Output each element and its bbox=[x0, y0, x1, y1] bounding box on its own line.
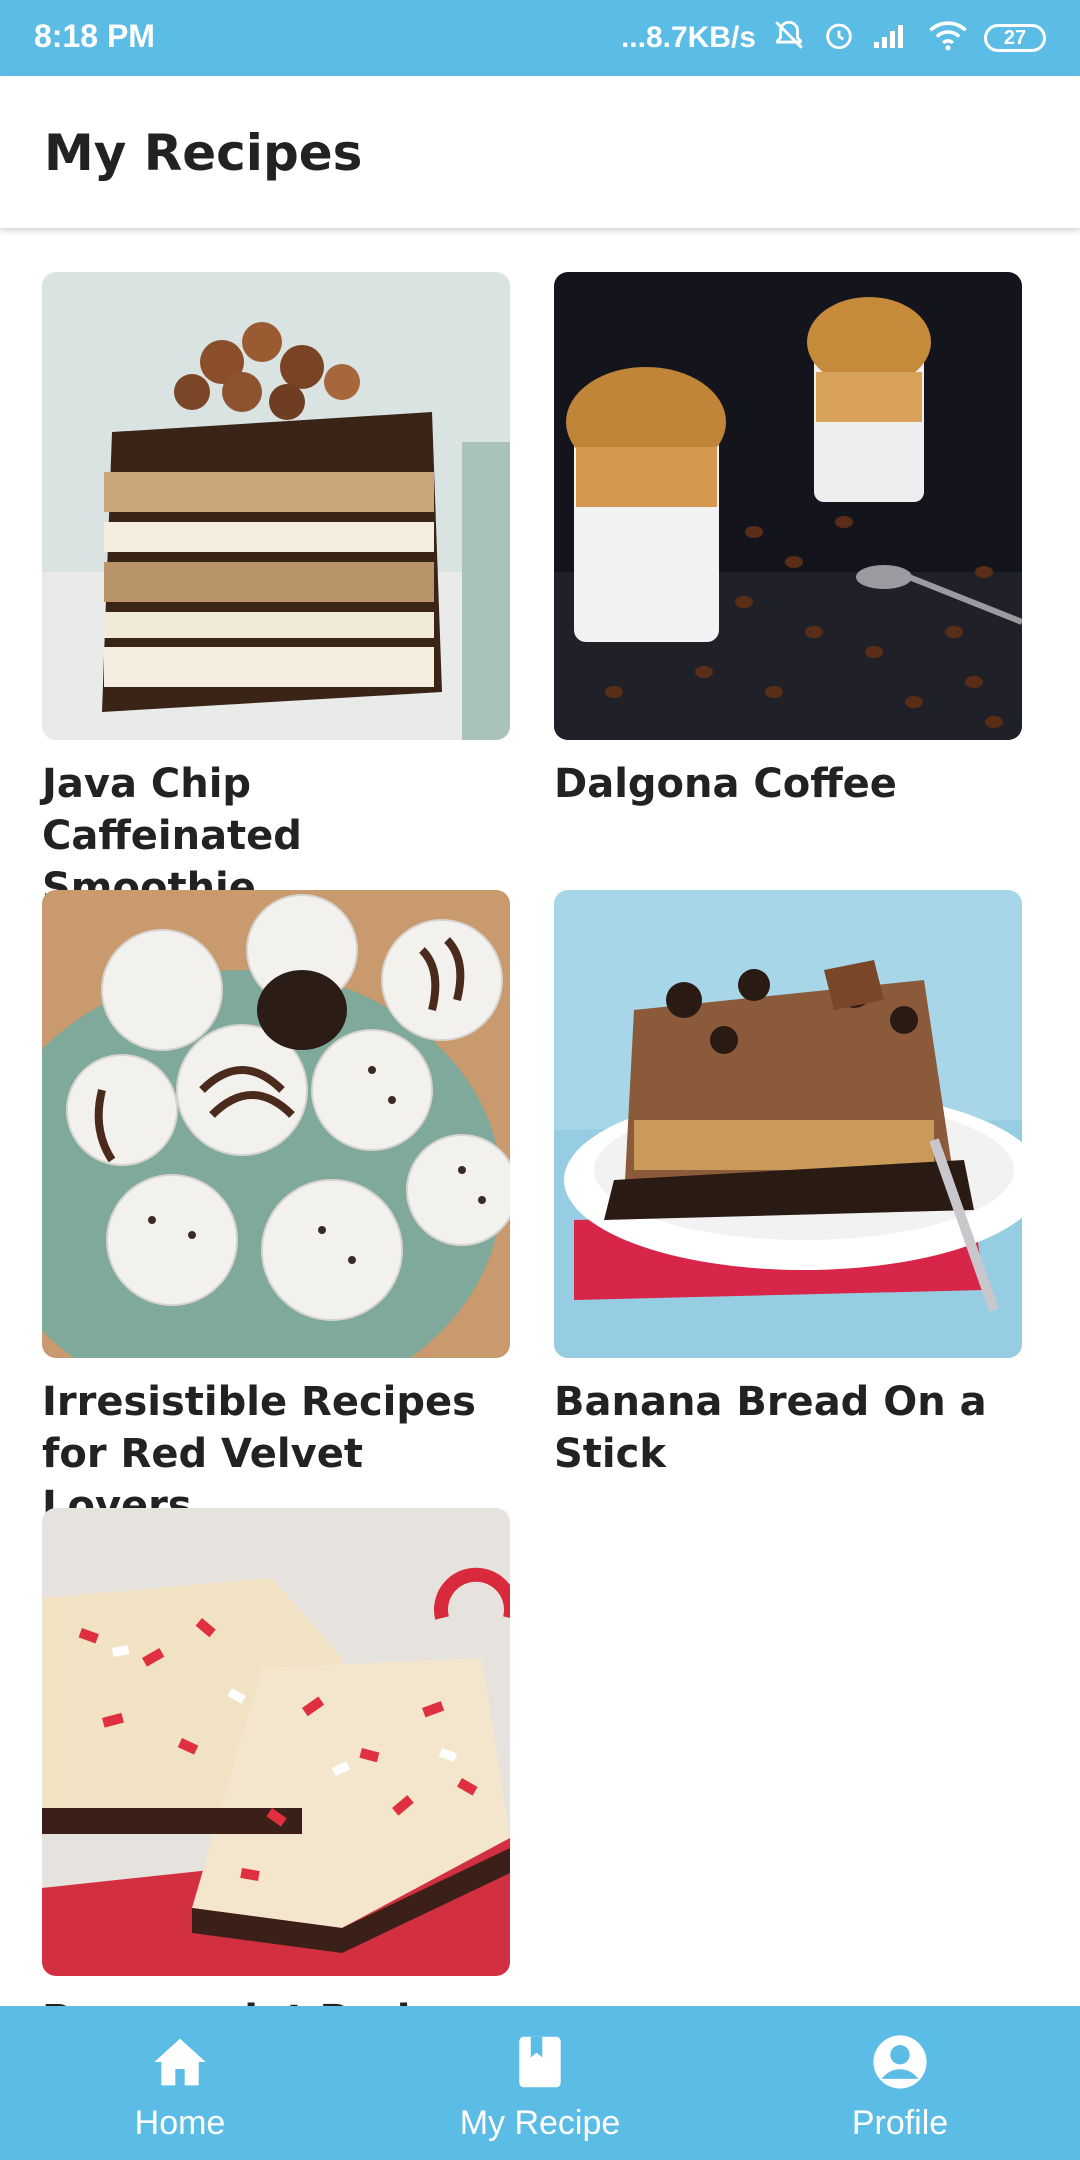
account-circle-icon bbox=[871, 2034, 929, 2090]
recipe-grid: Java Chip Caffeinated Smoothie Dalgona C… bbox=[0, 228, 1080, 2006]
nav-label: Home bbox=[134, 2104, 226, 2142]
recipe-card[interactable]: Peppermint Bark bbox=[42, 1508, 510, 2006]
layered-ice-cream-cake-image bbox=[42, 272, 510, 740]
recipe-title: Peppermint Bark bbox=[42, 1994, 510, 2006]
alarm-icon bbox=[822, 18, 856, 58]
book-icon bbox=[517, 2034, 563, 2090]
battery-indicator: 27 bbox=[984, 24, 1046, 52]
nav-label: My Recipe bbox=[459, 2104, 621, 2142]
recipe-card[interactable]: Banana Bread On a Stick bbox=[554, 890, 1022, 1480]
app-bar: My Recipes bbox=[0, 76, 1080, 228]
network-speed: ...8.7KB/s bbox=[620, 21, 756, 54]
wifi-icon bbox=[928, 19, 968, 57]
home-icon bbox=[152, 2034, 208, 2090]
recipe-card[interactable]: Dalgona Coffee bbox=[554, 272, 1022, 810]
nav-label: Profile bbox=[851, 2104, 949, 2142]
signal-icon bbox=[872, 20, 912, 56]
bottom-navigation: Home My Recipe Profile bbox=[0, 2006, 1080, 2160]
mute-bell-icon bbox=[772, 18, 806, 58]
recipe-title: Dalgona Coffee bbox=[554, 761, 897, 807]
peppermint-bark-image bbox=[42, 1508, 510, 1976]
chocolate-pie-slice-image bbox=[554, 890, 1022, 1358]
nav-item-profile[interactable]: Profile bbox=[720, 2006, 1080, 2160]
page-title: My Recipes bbox=[44, 124, 363, 182]
whipped-coffee-glasses-image bbox=[554, 272, 1022, 740]
status-bar: 8:18 PM ...8.7KB/s 27 bbox=[0, 0, 1080, 76]
nav-item-home[interactable]: Home bbox=[0, 2006, 360, 2160]
white-chocolate-truffles-image bbox=[42, 890, 510, 1358]
status-time: 8:18 PM bbox=[34, 18, 155, 54]
recipe-title: Banana Bread On a Stick bbox=[554, 1379, 987, 1477]
recipe-card[interactable]: Irresistible Recipes for Red Velvet Love… bbox=[42, 890, 510, 1532]
nav-item-my-recipe[interactable]: My Recipe bbox=[360, 2006, 720, 2160]
recipe-card[interactable]: Java Chip Caffeinated Smoothie bbox=[42, 272, 510, 914]
status-icons: ...8.7KB/s 27 bbox=[621, 14, 1046, 62]
